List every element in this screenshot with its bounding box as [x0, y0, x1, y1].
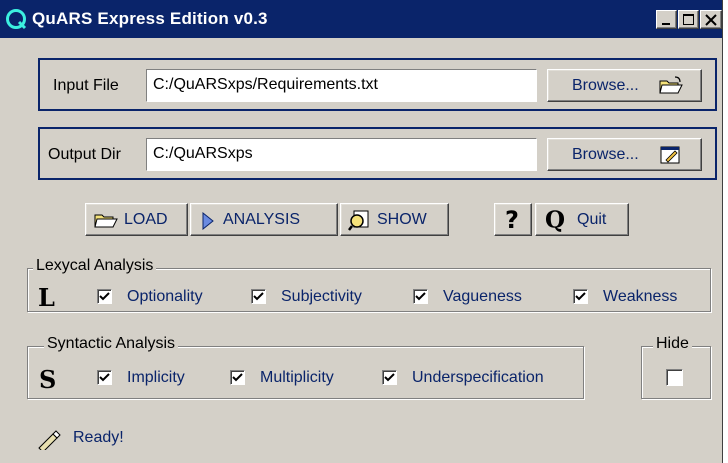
- multiplicity-checkbox[interactable]: [230, 370, 245, 385]
- input-browse-button[interactable]: Browse...: [547, 69, 702, 102]
- quars-logo-icon: [6, 9, 27, 30]
- show-label: SHOW: [377, 210, 427, 228]
- load-button[interactable]: LOAD: [85, 203, 188, 236]
- close-button[interactable]: [700, 10, 722, 29]
- pencil-icon: [38, 430, 61, 450]
- quit-button[interactable]: Q Quit: [535, 203, 629, 236]
- load-label: LOAD: [124, 210, 168, 228]
- optionality-checkbox[interactable]: [97, 289, 112, 304]
- status-text: Ready!: [73, 429, 124, 446]
- maximize-button[interactable]: [678, 10, 699, 29]
- subjectivity-checkbox[interactable]: [251, 289, 266, 304]
- magnifier-icon: [348, 210, 369, 231]
- lexical-l-icon: L: [38, 283, 55, 312]
- show-button[interactable]: SHOW: [340, 203, 449, 236]
- checkmark-icon: [575, 292, 586, 301]
- checkmark-icon: [415, 292, 426, 301]
- checkmark-icon: [99, 292, 110, 301]
- weakness-checkbox[interactable]: [573, 289, 588, 304]
- hide-checkbox[interactable]: [666, 369, 683, 386]
- optionality-label[interactable]: Optionality: [127, 288, 203, 306]
- input-file-label: Input File: [53, 77, 119, 94]
- output-dir-field[interactable]: C:/QuARSxps: [146, 138, 537, 171]
- input-browse-label: Browse...: [572, 76, 639, 94]
- analysis-button[interactable]: ANALYSIS: [190, 203, 338, 236]
- checkmark-icon: [384, 373, 395, 382]
- maximize-icon: [683, 14, 694, 25]
- hide-title: Hide: [653, 335, 692, 353]
- input-file-panel: Input File C:/QuARSxps/Requirements.txt …: [38, 58, 717, 111]
- checkmark-icon: [232, 373, 243, 382]
- play-triangle-icon: [202, 212, 214, 230]
- output-dir-panel: Output Dir C:/QuARSxps Browse...: [38, 127, 717, 180]
- input-file-field[interactable]: C:/QuARSxps/Requirements.txt: [146, 69, 537, 102]
- quit-q-icon: Q: [545, 206, 566, 233]
- underspecification-label[interactable]: Underspecification: [412, 369, 544, 387]
- app-window: QuARS Express Edition v0.3 Input File C:…: [0, 0, 723, 463]
- output-browse-label: Browse...: [572, 145, 639, 163]
- output-browse-button[interactable]: Browse...: [547, 138, 702, 171]
- multiplicity-label[interactable]: Multiplicity: [260, 369, 334, 387]
- minimize-icon: [662, 23, 670, 25]
- help-button[interactable]: ?: [494, 203, 532, 236]
- help-icon: ?: [505, 205, 519, 234]
- checkmark-icon: [253, 292, 264, 301]
- open-folder-icon: [659, 76, 683, 94]
- quit-label: Quit: [577, 210, 607, 228]
- open-folder-icon: [94, 214, 118, 228]
- vagueness-checkbox[interactable]: [413, 289, 428, 304]
- close-icon: [705, 14, 717, 26]
- implicity-checkbox[interactable]: [97, 370, 112, 385]
- underspecification-checkbox[interactable]: [382, 370, 397, 385]
- title-bar[interactable]: QuARS Express Edition v0.3: [0, 0, 722, 38]
- syntactic-s-icon: S: [39, 365, 57, 394]
- analysis-label: ANALYSIS: [223, 210, 301, 228]
- vagueness-label[interactable]: Vagueness: [443, 288, 522, 306]
- subjectivity-label[interactable]: Subjectivity: [281, 288, 362, 306]
- weakness-label[interactable]: Weakness: [603, 288, 677, 306]
- output-dir-label: Output Dir: [48, 146, 121, 163]
- window-title: QuARS Express Edition v0.3: [32, 9, 268, 28]
- lexical-analysis-title: Lexycal Analysis: [33, 257, 157, 275]
- edit-document-icon: [660, 146, 680, 164]
- syntactic-analysis-title: Syntactic Analysis: [44, 335, 179, 353]
- checkmark-icon: [99, 373, 110, 382]
- implicity-label[interactable]: Implicity: [127, 369, 185, 387]
- minimize-button[interactable]: [656, 10, 677, 29]
